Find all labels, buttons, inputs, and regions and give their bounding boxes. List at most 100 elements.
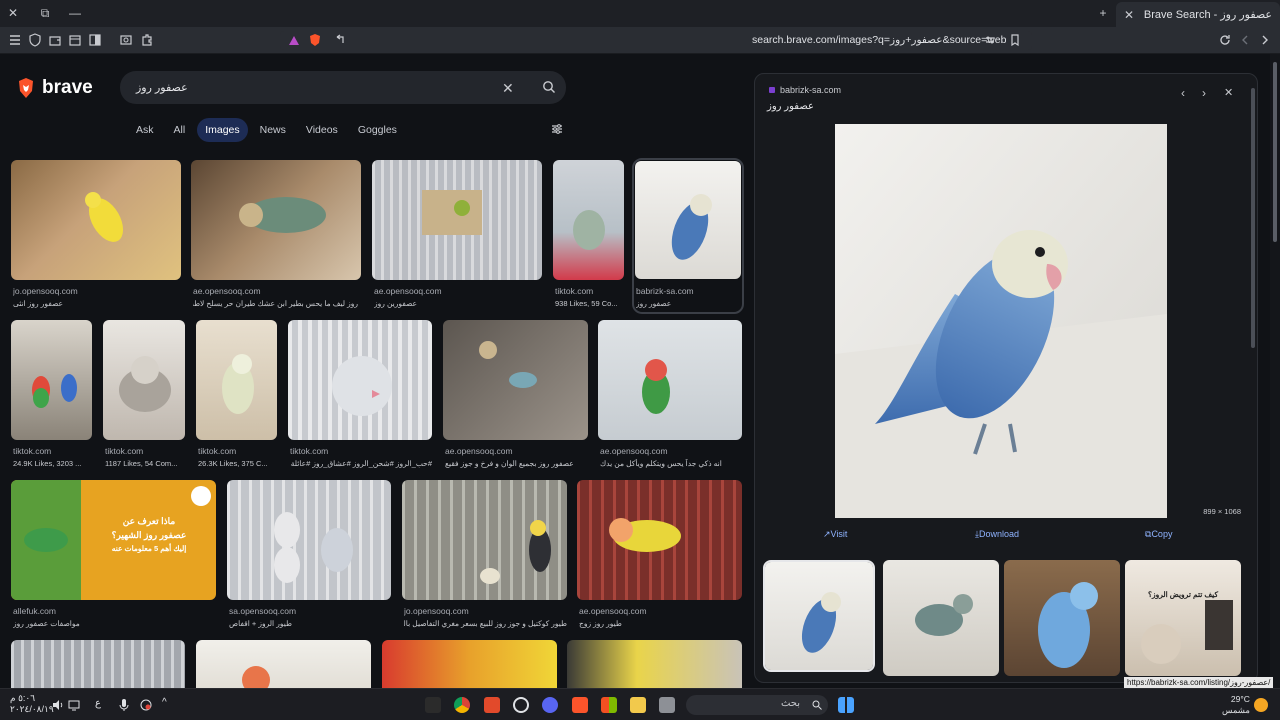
close-tab-icon[interactable]: ✕ [1124, 8, 1134, 22]
task-view-icon[interactable] [659, 697, 675, 713]
reload-icon[interactable] [1218, 33, 1232, 47]
result-source[interactable]: sa.opensooq.com [229, 606, 389, 616]
result-source[interactable]: jo.opensooq.com [404, 606, 567, 616]
result-thumbnail[interactable] [191, 160, 361, 280]
brave-rewards-icon[interactable] [287, 34, 301, 48]
brave-shields-icon[interactable] [308, 33, 322, 47]
image-result[interactable] [196, 640, 371, 688]
clock[interactable]: ٥:٠٦ م ٢٠٢٤/٠٨/١٩ [10, 693, 54, 715]
result-thumbnail[interactable] [382, 640, 557, 688]
brave-browser-icon[interactable] [572, 697, 588, 713]
filter-icon[interactable] [551, 123, 563, 135]
image-result[interactable]: ae.opensooq.com عصفورين روز [372, 160, 542, 310]
restore-window-icon[interactable]: ⧉ [36, 4, 54, 22]
result-thumbnail[interactable] [196, 640, 371, 688]
related-thumbnail-selected[interactable] [763, 560, 875, 672]
image-result[interactable]: tiktok.com 24.9K Likes, 3203 ... [11, 320, 92, 470]
result-thumbnail[interactable] [635, 161, 741, 279]
copy-button[interactable]: ⧉ Copy [1145, 529, 1172, 540]
related-thumbnail[interactable] [883, 560, 999, 676]
back-arrow-icon[interactable] [333, 33, 347, 47]
site-settings-icon[interactable] [983, 33, 997, 47]
related-thumbnail[interactable] [1004, 560, 1120, 676]
new-tab-icon[interactable]: + [1094, 4, 1112, 22]
result-thumbnail[interactable] [103, 320, 185, 440]
related-thumbnail[interactable]: كيف تتم ترويض الروز؟ [1125, 560, 1241, 676]
result-thumbnail[interactable] [402, 480, 567, 600]
result-thumbnail[interactable] [196, 320, 277, 440]
bookmark-icon[interactable] [1008, 33, 1022, 47]
search-bar[interactable]: عصفور روز ✕ [120, 71, 566, 104]
result-thumbnail[interactable]: ماذا تعرف عن عصفور روز الشهير؟ إليك أهم … [11, 480, 216, 600]
result-source[interactable]: ae.opensooq.com [445, 446, 588, 456]
tab-all[interactable]: All [166, 118, 194, 142]
network-icon[interactable] [68, 699, 80, 711]
image-result[interactable]: jo.opensooq.com عصفور روز انثى [11, 160, 181, 310]
previous-image-icon[interactable]: ‹ [1181, 86, 1185, 100]
show-hidden-icons-icon[interactable]: ^ [162, 697, 167, 708]
back-icon[interactable] [1238, 33, 1252, 47]
result-thumbnail[interactable] [567, 640, 742, 688]
result-source[interactable]: ae.opensooq.com [600, 446, 743, 456]
result-thumbnail[interactable] [11, 320, 92, 440]
close-preview-icon[interactable]: ✕ [1224, 86, 1233, 99]
result-thumbnail[interactable] [553, 160, 624, 280]
tab-goggles[interactable]: Goggles [350, 118, 405, 142]
image-result[interactable]: tiktok.com 938 Likes, 59 Co... [553, 160, 624, 310]
search-icon[interactable] [542, 80, 556, 94]
result-thumbnail[interactable] [577, 480, 742, 600]
image-result[interactable]: sa.opensooq.com طيور الروز + اقفاص [227, 480, 391, 630]
github-desktop-icon[interactable] [513, 697, 529, 713]
image-result[interactable]: ae.opensooq.com انه ذكي جداً يحس ويتكلم … [598, 320, 742, 470]
forward-icon[interactable] [1258, 33, 1272, 47]
wallet-icon[interactable] [48, 33, 62, 47]
result-source[interactable]: ae.opensooq.com [579, 606, 742, 616]
chrome-icon[interactable] [454, 697, 470, 713]
next-image-icon[interactable]: › [1202, 86, 1206, 100]
file-explorer-icon[interactable] [630, 697, 646, 713]
page-scrollbar[interactable] [1270, 54, 1280, 688]
menu-icon[interactable] [8, 33, 22, 47]
result-source[interactable]: tiktok.com [198, 446, 278, 456]
sidebar-icon[interactable] [88, 33, 102, 47]
volume-icon[interactable] [52, 699, 64, 711]
taskbar-search[interactable]: بحث [686, 695, 828, 715]
page-scrollbar-thumb[interactable] [1273, 62, 1277, 242]
visit-button[interactable]: ↗ Visit [823, 529, 847, 540]
microphone-icon[interactable] [118, 698, 130, 712]
shield-icon[interactable] [28, 33, 42, 47]
start-icon[interactable] [838, 697, 854, 713]
close-window-icon[interactable]: ✕ [4, 4, 22, 22]
image-result[interactable]: tiktok.com #حب_الروز #شحن_الروز #عشاق_رو… [288, 320, 432, 470]
result-source[interactable]: tiktok.com [290, 446, 432, 456]
extensions-icon[interactable] [140, 33, 154, 47]
recording-icon[interactable] [139, 698, 153, 712]
tab-videos[interactable]: Videos [298, 118, 346, 142]
image-result[interactable]: tiktok.com 26.3K Likes, 375 C... [196, 320, 277, 470]
result-thumbnail[interactable] [11, 160, 181, 280]
brave-logo[interactable]: brave [16, 77, 93, 99]
url-text[interactable]: search.brave.com/images?q=عصفور+روز&sour… [752, 34, 1006, 46]
tab-images[interactable]: Images [197, 118, 248, 142]
language-indicator[interactable]: ع [95, 698, 101, 709]
image-result[interactable]: ماذا تعرف عن عصفور روز الشهير؟ إليك أهم … [11, 480, 216, 630]
result-source[interactable]: ae.opensooq.com [374, 286, 539, 296]
image-result[interactable]: ae.opensooq.com طيور روز زوج [577, 480, 742, 630]
image-result-selected[interactable]: babrizk-sa.com عصفور روز [632, 158, 744, 314]
result-thumbnail[interactable] [227, 480, 391, 600]
app-icon[interactable] [484, 697, 500, 713]
result-source[interactable]: allefuk.com [13, 606, 213, 616]
result-thumbnail[interactable] [598, 320, 742, 440]
result-source[interactable]: tiktok.com [105, 446, 186, 456]
result-thumbnail[interactable] [288, 320, 432, 440]
screenshot-icon[interactable] [119, 33, 133, 47]
result-source[interactable]: ae.opensooq.com [193, 286, 358, 296]
image-result[interactable]: ae.opensooq.com عصفور روز بجميع الوان و … [443, 320, 588, 470]
panel-scrollbar[interactable] [1251, 88, 1255, 348]
bookmarks-icon[interactable] [68, 33, 82, 47]
epic-games-icon[interactable] [425, 697, 441, 713]
tab-news[interactable]: News [252, 118, 294, 142]
tab-ask[interactable]: Ask [128, 118, 162, 142]
weather-widget[interactable]: 29°C مشمس [1222, 694, 1250, 716]
image-result[interactable]: tiktok.com 1187 Likes, 54 Com... [103, 320, 185, 470]
